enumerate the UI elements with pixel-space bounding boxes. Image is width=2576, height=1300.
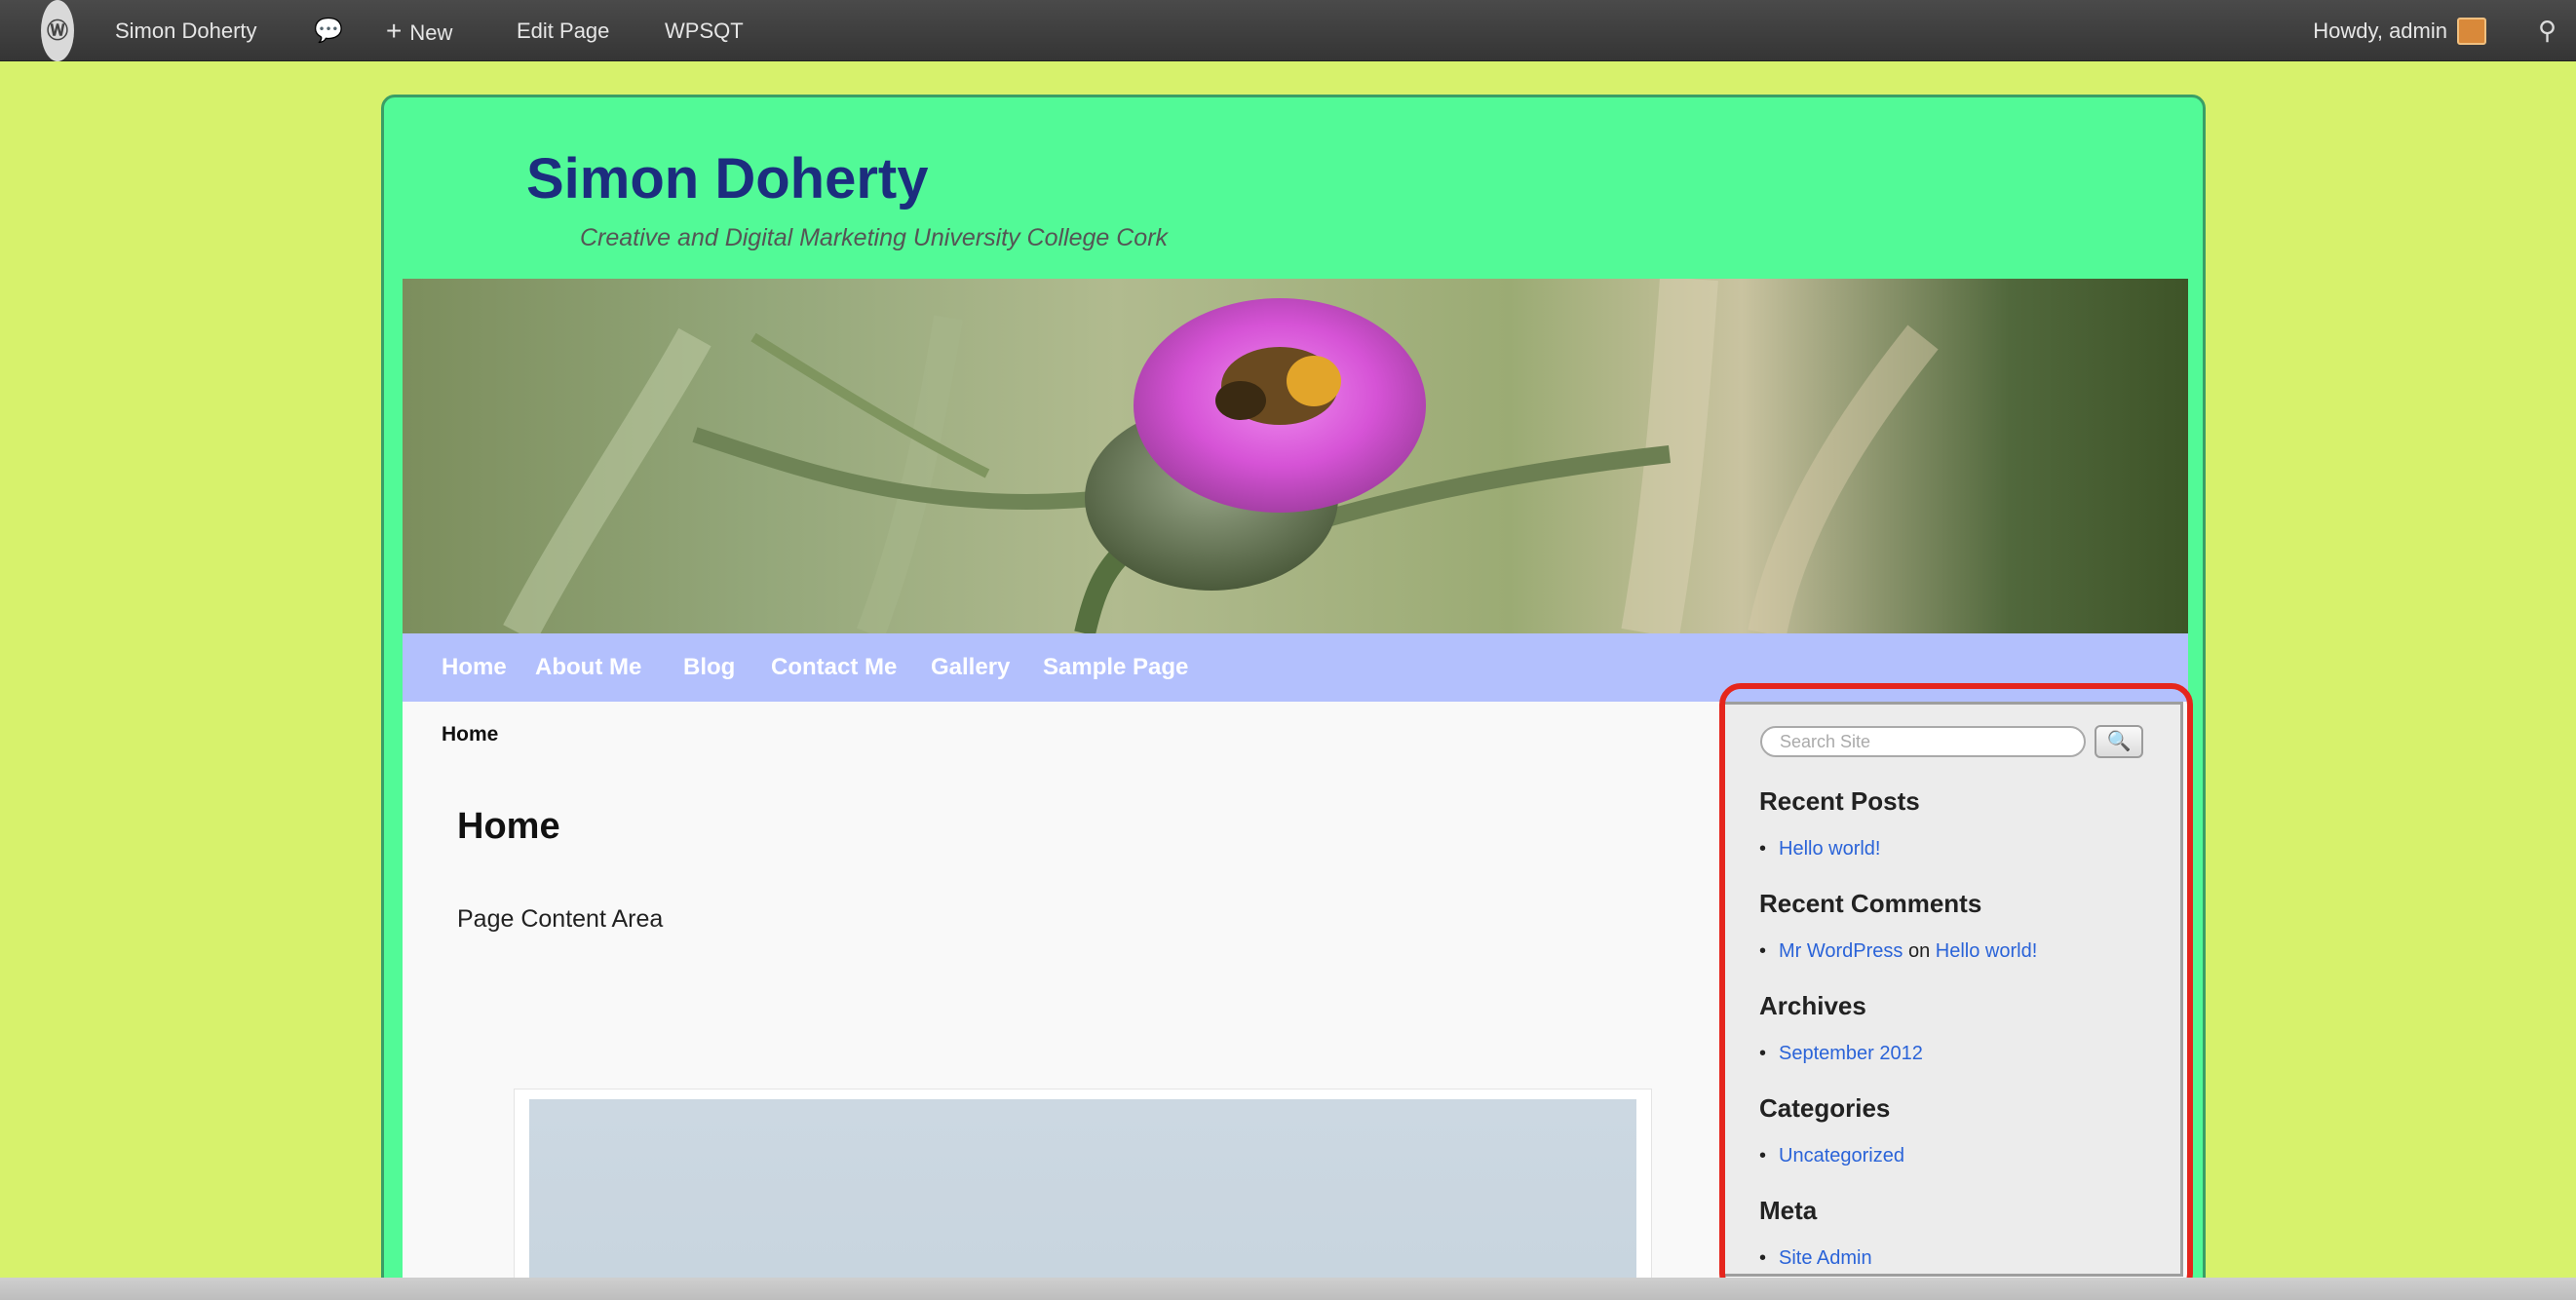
sidebar-highlight-annotation (1719, 683, 2193, 1295)
site-description: Creative and Digital Marketing Universit… (580, 224, 1169, 251)
wpsqt-menu[interactable]: WPSQT (665, 0, 744, 61)
avatar[interactable] (2457, 18, 2486, 45)
new-content-label: New (409, 20, 453, 45)
nav-item-contact-me[interactable]: Contact Me (771, 633, 897, 702)
breadcrumb[interactable]: Home (442, 723, 498, 746)
page-content-text: Page Content Area (457, 905, 664, 933)
plus-icon: + (386, 16, 403, 46)
header-image-thistle (403, 279, 2188, 633)
content-image-frame (514, 1089, 1652, 1297)
howdy-user-menu[interactable]: Howdy, admin (2313, 0, 2447, 61)
admin-bar-site-name[interactable]: Simon Doherty (115, 0, 257, 61)
site-title[interactable]: Simon Doherty (526, 146, 929, 211)
comments-icon[interactable]: 💬 (314, 0, 343, 61)
thistle-photo (503, 279, 1939, 633)
nav-item-about-me[interactable]: About Me (535, 633, 641, 702)
nav-item-gallery[interactable]: Gallery (931, 633, 1010, 702)
content-image (529, 1099, 1636, 1297)
search-icon[interactable]: ⚲ (2538, 0, 2557, 61)
wordpress-logo-icon[interactable]: Ⓦ (41, 0, 74, 61)
nav-item-sample-page[interactable]: Sample Page (1043, 633, 1188, 702)
nav-item-home[interactable]: Home (442, 633, 507, 702)
window-bottom-bar (0, 1278, 2576, 1300)
page-title: Home (457, 806, 560, 847)
admin-bar: Ⓦ Simon Doherty 💬 + New Edit Page WPSQT H… (0, 0, 2576, 61)
new-content-button[interactable]: + New (386, 0, 452, 61)
edit-page-button[interactable]: Edit Page (517, 0, 609, 61)
nav-item-blog[interactable]: Blog (683, 633, 735, 702)
